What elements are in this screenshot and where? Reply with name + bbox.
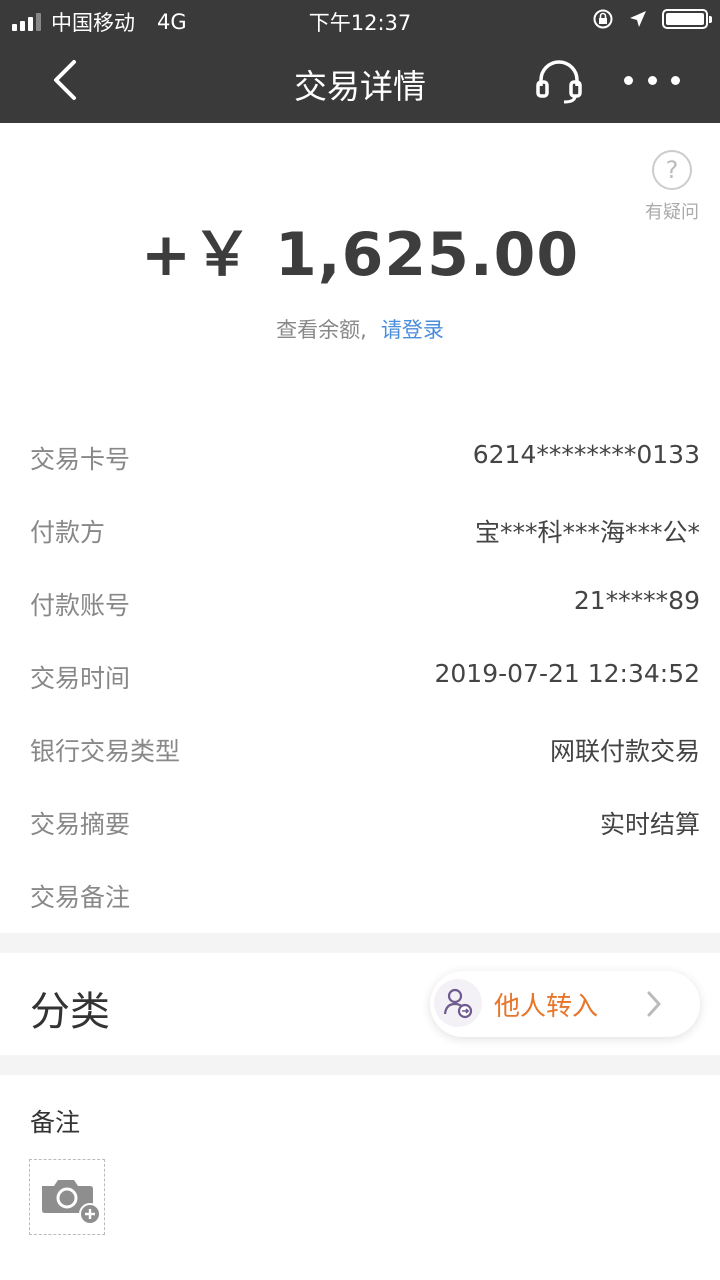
add-photo-button[interactable] xyxy=(29,1159,105,1235)
detail-row-summary: 交易摘要 实时结算 xyxy=(0,785,720,858)
detail-key: 交易时间 xyxy=(30,664,131,693)
detail-row-card-number: 交易卡号 6214********0133 xyxy=(0,420,720,493)
headset-icon xyxy=(536,60,582,104)
balance-text: 查看余额, xyxy=(276,318,367,342)
detail-key: 交易卡号 xyxy=(30,445,131,474)
orientation-lock-icon xyxy=(593,9,613,29)
nav-bar: 交易详情 xyxy=(0,40,720,123)
detail-key: 交易备注 xyxy=(30,883,131,912)
transaction-amount: +￥ 1,625.00 xyxy=(140,220,580,290)
question-circle-icon: ? xyxy=(652,150,692,190)
page-title: 交易详情 xyxy=(294,67,426,106)
chevron-right-icon xyxy=(647,991,661,1017)
camera-add-icon xyxy=(42,1180,101,1225)
customer-service-button[interactable] xyxy=(534,56,584,106)
category-label: 分类 xyxy=(30,989,110,1035)
category-value: 他人转入 xyxy=(494,992,599,1022)
detail-row-payer-account: 付款账号 21*****89 xyxy=(0,566,720,639)
more-dots-icon xyxy=(624,75,633,85)
detail-row-payer: 付款方 宝***科***海***公* xyxy=(0,493,720,566)
detail-value: 网联付款交易 xyxy=(549,737,700,766)
login-link[interactable]: 请登录 xyxy=(381,318,444,342)
detail-key: 付款账号 xyxy=(30,591,131,620)
location-icon xyxy=(630,11,646,27)
detail-value: 6214********0133 xyxy=(472,440,700,469)
detail-key: 交易摘要 xyxy=(30,810,131,839)
detail-value: 21*****89 xyxy=(573,586,700,615)
section-divider xyxy=(0,933,720,953)
category-selector[interactable]: 他人转入 xyxy=(430,971,700,1037)
person-transfer-icon xyxy=(434,979,482,1027)
detail-value: 宝***科***海***公* xyxy=(474,518,700,547)
detail-key: 付款方 xyxy=(30,518,106,547)
detail-row-bank-type: 银行交易类型 网联付款交易 xyxy=(0,712,720,785)
more-button[interactable] xyxy=(624,64,680,96)
note-label: 备注 xyxy=(30,1108,81,1137)
detail-value: 实时结算 xyxy=(599,810,700,839)
status-bar: 中国移动 4G 下午12:37 xyxy=(0,0,720,40)
note-section: 备注 xyxy=(0,1075,720,1280)
detail-list: 交易卡号 6214********0133 付款方 宝***科***海***公*… xyxy=(0,420,720,931)
detail-row-remark: 交易备注 xyxy=(0,858,720,931)
detail-row-time: 交易时间 2019-07-21 12:34:52 xyxy=(0,639,720,712)
balance-prompt: 查看余额, 请登录 xyxy=(0,314,720,344)
status-right xyxy=(592,8,712,30)
detail-value: 2019-07-21 12:34:52 xyxy=(434,659,700,688)
category-section: 分类 他人转入 xyxy=(0,953,720,1055)
detail-key: 银行交易类型 xyxy=(30,737,181,766)
section-divider xyxy=(0,1055,720,1075)
battery-icon xyxy=(662,9,712,29)
